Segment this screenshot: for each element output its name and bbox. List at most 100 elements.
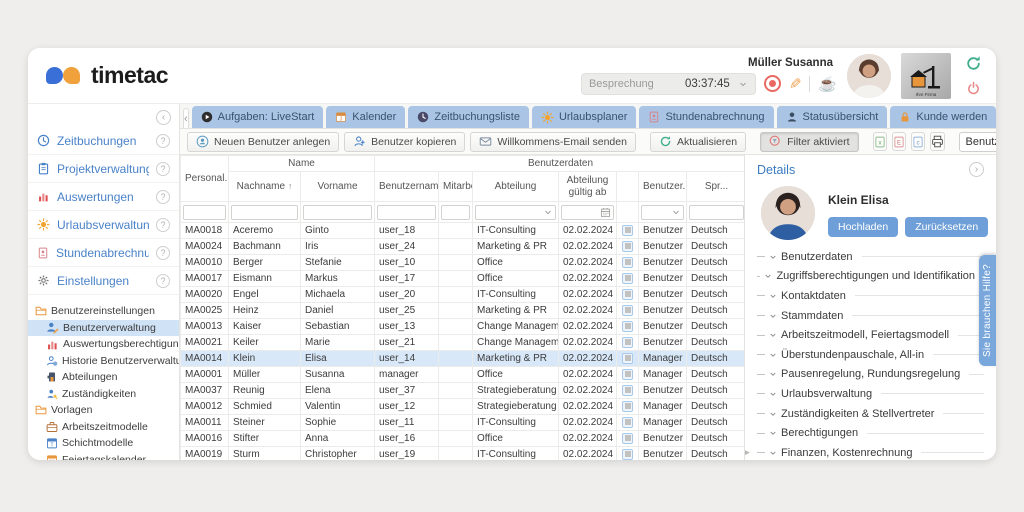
view-select[interactable]: Benutzerdaten (959, 132, 996, 152)
help-question-icon[interactable]: ? (156, 190, 170, 204)
table-row[interactable]: MA0037ReunigElenauser_37Strategieberatun… (181, 383, 745, 399)
table-row[interactable]: MA0021KeilerMarieuser_21Change Managemen… (181, 335, 745, 351)
neuen-benutzer-anlegen-button[interactable]: Neuen Benutzer anlegen (187, 132, 339, 152)
filter-input[interactable] (377, 205, 436, 220)
willkommens-email-senden-button[interactable]: Willkommens-Email senden (470, 132, 636, 152)
table-row[interactable]: MA0019SturmChristopheruser_19IT-Consulti… (181, 447, 745, 461)
accordion-section-benutzerdaten[interactable]: Benutzerdaten (757, 247, 984, 267)
column-header-foto[interactable] (617, 172, 639, 202)
timetac-logo[interactable]: timetac (46, 62, 168, 89)
tree-item-benutzerverwaltung[interactable]: Benutzerverwaltung (28, 320, 179, 337)
tree-item-schichtmodelle[interactable]: TSchichtmodelle (28, 435, 179, 452)
power-logout-icon[interactable] (966, 81, 981, 96)
user-avatar[interactable] (847, 54, 891, 98)
photo-placeholder-icon[interactable] (622, 337, 633, 348)
sidebar-item-projektverwaltung[interactable]: Projektverwaltung? (28, 155, 179, 183)
photo-placeholder-icon[interactable] (622, 417, 633, 428)
table-row[interactable]: MA0010BergerStefanieuser_10Office02.02.2… (181, 255, 745, 271)
accordion-section-überstundenpauschale-all-in[interactable]: Überstundenpauschale, All-in (757, 345, 984, 365)
export-csv-button[interactable]: c (911, 132, 925, 151)
tree-item-feiertagskalender[interactable]: 31Feiertagskalender (28, 452, 179, 461)
sidebar-collapse-button[interactable]: ‹ (156, 110, 171, 125)
photo-placeholder-icon[interactable] (622, 385, 633, 396)
help-question-icon[interactable]: ? (156, 274, 170, 288)
photo-placeholder-icon[interactable] (622, 401, 633, 412)
table-row[interactable]: MA0011SteinerSophieuser_11IT-Consulting0… (181, 415, 745, 431)
column-header-abteilung[interactable]: Abteilung (473, 172, 559, 202)
column-header-vorname[interactable]: Vorname (301, 172, 375, 202)
refresh-icon[interactable] (965, 55, 982, 72)
company-logo[interactable]: Ihre Firma (901, 53, 951, 99)
tree-item-vorlagen[interactable]: Vorlagen (28, 402, 179, 419)
tab-kunde-werden[interactable]: Kunde werden (890, 106, 996, 128)
photo-placeholder-icon[interactable] (622, 225, 633, 236)
photo-placeholder-icon[interactable] (622, 321, 633, 332)
accordion-section-arbeitszeitmodell-feiertagsmodell[interactable]: Arbeitszeitmodell, Feiertagsmodell (757, 325, 984, 345)
sidebar-item-urlaubsverwaltung[interactable]: Urlaubsverwaltung? (28, 211, 179, 239)
details-collapse-button[interactable]: › (969, 162, 984, 177)
tab-stundenabrechnung[interactable]: Stundenabrechnung (639, 106, 773, 128)
filter-input[interactable] (689, 205, 744, 220)
refresh-button[interactable]: Aktualisieren (650, 132, 746, 152)
table-row[interactable]: MA0018AceremoGintouser_18IT-Consulting02… (181, 223, 745, 239)
panel-splitter-icon[interactable]: ▶ (744, 447, 750, 458)
table-row[interactable]: MA0020EngelMichaelauser_20IT-Consulting0… (181, 287, 745, 303)
export-excel-button[interactable]: x (873, 132, 887, 151)
filter-input[interactable] (303, 205, 372, 220)
tab-zeitbuchungsliste[interactable]: Zeitbuchungsliste (408, 106, 529, 128)
accordion-section-urlaubsverwaltung[interactable]: Urlaubsverwaltung (757, 384, 984, 404)
table-row[interactable]: MA0017EismannMarkususer_17Office02.02.20… (181, 271, 745, 287)
filter-input[interactable] (231, 205, 298, 220)
tab-urlaubsplaner[interactable]: Urlaubsplaner (532, 106, 636, 128)
sidebar-item-stundenabrechnung[interactable]: Stundenabrechnung? (28, 239, 179, 267)
help-question-icon[interactable]: ? (156, 162, 170, 176)
column-header-sprache[interactable]: Spr... (687, 172, 745, 202)
accordion-section-finanzen-kostenrechnung[interactable]: Finanzen, Kostenrechnung (757, 443, 984, 460)
filter-active-button[interactable]: Filter aktiviert (760, 132, 858, 152)
help-question-icon[interactable]: ? (156, 218, 170, 232)
tab-statusübersicht[interactable]: Statusübersicht (777, 106, 888, 128)
table-row[interactable]: MA0025HeinzDanieluser_25Marketing & PR02… (181, 303, 745, 319)
table-row[interactable]: MA0013KaiserSebastianuser_13Change Manag… (181, 319, 745, 335)
column-header-abteilung-gueltig-ab[interactable]: Abteilung gültig ab (559, 172, 617, 202)
tab-kalender[interactable]: 3Kalender (326, 106, 405, 128)
help-tab[interactable]: Sie brauchen Hilfe? (979, 255, 996, 366)
help-question-icon[interactable]: ? (156, 246, 170, 260)
photo-placeholder-icon[interactable] (622, 369, 633, 380)
photo-placeholder-icon[interactable] (622, 305, 633, 316)
column-header-nachname[interactable]: Nachname ↑ (229, 172, 301, 202)
filter-input[interactable] (441, 205, 470, 220)
tree-item-benutzereinstellungen[interactable]: Benutzereinstellungen (28, 303, 179, 320)
reset-photo-button[interactable]: Zurücksetzen (905, 217, 988, 237)
table-row[interactable]: MA0016StifterAnnauser_16Office02.02.2024… (181, 431, 745, 447)
edit-booking-icon[interactable]: ✎ (789, 75, 802, 93)
table-row[interactable]: MA0001MüllerSusannamanagerOffice02.02.20… (181, 367, 745, 383)
export-pdf-button[interactable]: E (892, 132, 906, 151)
accordion-section-kontaktdaten[interactable]: Kontaktdaten (757, 286, 984, 306)
tab-aufgaben-livestart[interactable]: Aufgaben: LiveStart (192, 106, 324, 128)
benutzer-kopieren-button[interactable]: Benutzer kopieren (344, 132, 465, 152)
stop-tracking-button[interactable] (764, 75, 781, 92)
column-header-benutzername[interactable]: Benutzername (375, 172, 439, 202)
tree-item-auswertungsberechtigungen[interactable]: Auswertungsberechtigungen (28, 336, 179, 353)
table-row[interactable]: MA0014KleinElisauser_14Marketing & PR02.… (181, 351, 745, 367)
print-button[interactable] (930, 132, 945, 151)
tree-item-zuständigkeiten[interactable]: Zuständigkeiten (28, 386, 179, 403)
accordion-section-berechtigungen[interactable]: Berechtigungen (757, 423, 984, 443)
current-task-select[interactable]: Besprechung 03:37:45 (581, 73, 756, 95)
upload-photo-button[interactable]: Hochladen (828, 217, 898, 237)
filter-input[interactable] (475, 205, 556, 220)
accordion-section-zugriffsberechtigungen-und-identifikation[interactable]: Zugriffsberechtigungen und Identifikatio… (757, 267, 984, 287)
accordion-section-zuständigkeiten-stellvertreter[interactable]: Zuständigkeiten & Stellvertreter (757, 404, 984, 424)
table-row[interactable]: MA0012SchmiedValentinuser_12Strategieber… (181, 399, 745, 415)
photo-placeholder-icon[interactable] (622, 353, 633, 364)
table-row[interactable]: MA0024BachmannIrisuser_24Marketing & PR0… (181, 239, 745, 255)
photo-placeholder-icon[interactable] (622, 433, 633, 444)
photo-placeholder-icon[interactable] (622, 449, 633, 460)
accordion-section-pausenregelung-rundungsregelung[interactable]: Pausenregelung, Rundungsregelung (757, 365, 984, 385)
filter-input[interactable] (561, 205, 614, 220)
filter-input[interactable] (183, 205, 226, 220)
tab-scroll-left-button[interactable]: ‹ (183, 108, 189, 128)
accordion-section-stammdaten[interactable]: Stammdaten (757, 306, 984, 326)
sidebar-item-auswertungen[interactable]: Auswertungen? (28, 183, 179, 211)
